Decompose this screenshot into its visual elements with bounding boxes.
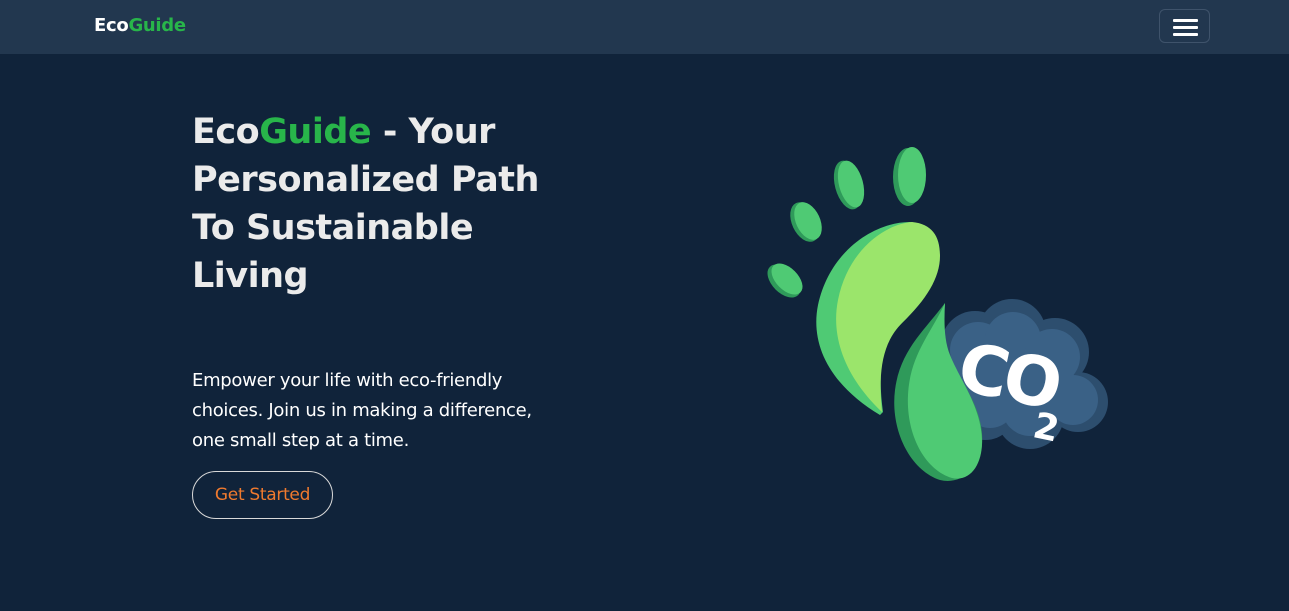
hero-title-guide: Guide (259, 112, 372, 152)
brand-logo[interactable]: EcoGuide (94, 15, 186, 37)
menu-toggle-button[interactable] (1159, 9, 1210, 43)
brand-guide-text: Guide (128, 15, 186, 36)
get-started-button[interactable]: Get Started (192, 471, 333, 519)
hero-description: Empower your life with eco-friendly choi… (192, 370, 532, 451)
hero-title: EcoGuide - Your Personalized Path To Sus… (192, 108, 552, 300)
navbar: EcoGuide (0, 0, 1289, 54)
hero-title-eco: Eco (192, 112, 260, 152)
footprint-co2-icon: CO 2 (760, 140, 1120, 490)
brand-eco-text: Eco (94, 15, 129, 36)
